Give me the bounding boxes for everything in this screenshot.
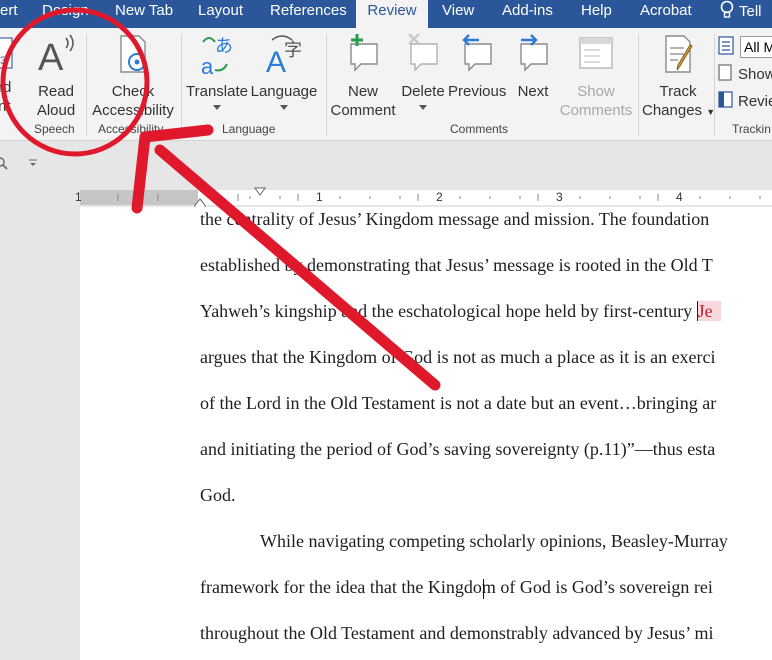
annotation-circle xyxy=(0,7,150,157)
annotation-arrow-head-lower xyxy=(131,131,151,214)
annotation-arrow-head-upper xyxy=(139,124,214,143)
annotation-overlay xyxy=(0,7,441,391)
annotation-arrow-shaft xyxy=(154,144,441,391)
